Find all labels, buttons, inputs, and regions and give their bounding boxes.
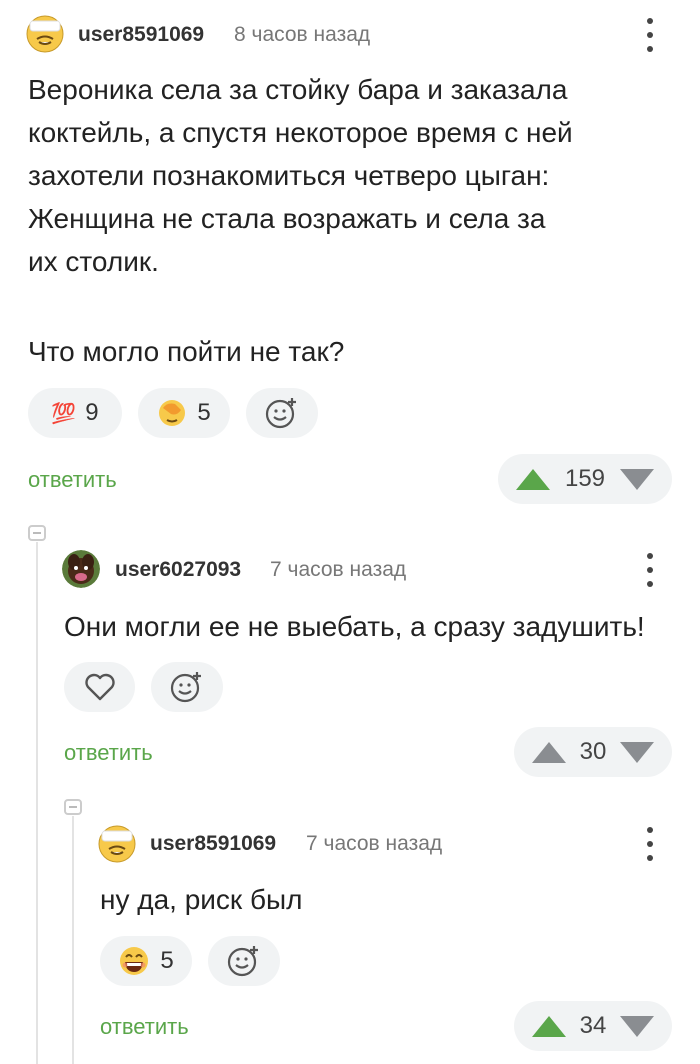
- rating-value: 34: [579, 1012, 607, 1039]
- reaction-count: 5: [197, 399, 211, 426]
- like-button[interactable]: [64, 662, 135, 712]
- user-avatar[interactable]: [26, 15, 64, 53]
- username[interactable]: user8591069: [78, 23, 204, 47]
- add-emoji-icon: [170, 672, 201, 703]
- reply-button[interactable]: ответить: [100, 1014, 189, 1040]
- add-emoji-icon: [265, 398, 296, 429]
- reaction-count: 5: [160, 947, 174, 974]
- username[interactable]: user6027093: [115, 558, 241, 582]
- timestamp: 8 часов назад: [234, 23, 371, 46]
- rating-control: 30: [514, 727, 672, 777]
- reaction-grinning[interactable]: 5: [100, 936, 192, 986]
- rating-control: 34: [514, 1001, 672, 1051]
- timestamp: 7 часов назад: [306, 832, 443, 855]
- comment-text: Они могли ее не выебать, а сразу задушит…: [64, 611, 645, 642]
- reaction-hundred[interactable]: 💯 9: [28, 388, 122, 438]
- more-options-icon[interactable]: [645, 18, 655, 52]
- rating-control: 159: [498, 454, 672, 504]
- upvote-icon[interactable]: [532, 741, 566, 763]
- add-reaction-button[interactable]: [151, 662, 223, 712]
- downvote-icon[interactable]: [619, 468, 654, 490]
- comment-text-line: Что могло пойти не так?: [28, 336, 345, 367]
- collapse-thread-icon[interactable]: [28, 525, 46, 541]
- upvote-icon[interactable]: [516, 468, 550, 490]
- comment-text: ну да, риск был: [100, 884, 303, 915]
- dog-avatar-icon: [62, 550, 100, 588]
- collapse-thread-icon[interactable]: [64, 799, 82, 815]
- upvote-icon[interactable]: [532, 1015, 566, 1037]
- reply-button[interactable]: ответить: [28, 467, 117, 493]
- user-avatar[interactable]: [98, 825, 136, 863]
- timestamp: 7 часов назад: [270, 558, 407, 581]
- heart-icon: [84, 673, 115, 701]
- more-options-icon[interactable]: [645, 827, 655, 861]
- downvote-icon[interactable]: [619, 741, 654, 763]
- downvote-icon[interactable]: [619, 1015, 654, 1037]
- tired-face-avatar-icon: [26, 15, 64, 53]
- rating-value: 159: [564, 465, 606, 492]
- tired-face-avatar-icon: [98, 825, 136, 863]
- reply-button[interactable]: ответить: [64, 740, 153, 766]
- thread-line: [72, 816, 74, 1064]
- reaction-count: 9: [85, 399, 99, 426]
- rating-value: 30: [579, 738, 607, 765]
- grinning-face-icon: [120, 947, 149, 975]
- reaction-facepalm[interactable]: 5: [138, 388, 230, 438]
- username[interactable]: user8591069: [150, 832, 276, 856]
- add-emoji-icon: [227, 946, 258, 977]
- user-avatar[interactable]: [62, 550, 100, 588]
- comment-text: Вероника села за стойку бара и заказала …: [28, 74, 573, 277]
- facepalm-icon: [159, 400, 186, 426]
- more-options-icon[interactable]: [645, 553, 655, 587]
- thread-line: [36, 542, 38, 1064]
- add-reaction-button[interactable]: [246, 388, 318, 438]
- add-reaction-button[interactable]: [208, 936, 280, 986]
- hundred-points-icon: 💯: [51, 402, 76, 425]
